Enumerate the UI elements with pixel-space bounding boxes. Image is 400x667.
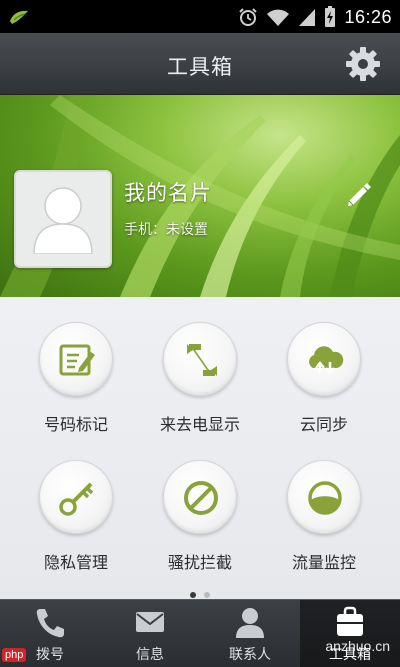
traffic-gauge-icon bbox=[308, 481, 342, 515]
tool-label: 隐私管理 bbox=[43, 553, 108, 572]
cloud-sync-icon bbox=[309, 346, 344, 376]
contact-icon bbox=[236, 608, 264, 638]
tool-label: 骚扰拦截 bbox=[167, 553, 232, 572]
tool-icon-circle bbox=[39, 460, 113, 534]
bottom-tab-bar: 拨号 信息 联系人 工具箱 bbox=[0, 599, 400, 667]
tool-label: 云同步 bbox=[299, 415, 348, 434]
tool-icon-circle bbox=[39, 322, 113, 396]
tool-icon-circle bbox=[287, 460, 361, 534]
edit-card-button[interactable] bbox=[344, 179, 374, 209]
tool-privacy[interactable]: 隐私管理 bbox=[14, 435, 138, 572]
status-time: 16:26 bbox=[344, 6, 392, 27]
page-indicator bbox=[0, 583, 400, 598]
tab-label: 联系人 bbox=[229, 647, 271, 663]
tool-number-mark[interactable]: 号码标记 bbox=[14, 297, 138, 434]
tools-grid: 号码标记 来去电显示 云同步 隐私管理 骚扰拦截 流量监控 bbox=[0, 297, 400, 599]
tab-contacts[interactable]: 联系人 bbox=[200, 600, 300, 667]
default-avatar-icon bbox=[33, 187, 93, 254]
signal-icon bbox=[299, 9, 316, 26]
app-notification-icon bbox=[10, 10, 28, 24]
watermark-badge: php bbox=[2, 648, 27, 662]
card-title: 我的名片 bbox=[124, 181, 212, 205]
tool-icon-circle bbox=[287, 322, 361, 396]
gear-icon bbox=[346, 47, 380, 81]
key-icon bbox=[59, 482, 94, 516]
tool-icon-circle bbox=[163, 460, 237, 534]
tool-call-display[interactable]: 来去电显示 bbox=[138, 297, 262, 434]
edit-note-icon bbox=[59, 344, 95, 376]
page-title: 工具箱 bbox=[167, 55, 233, 79]
tool-icon-circle bbox=[163, 322, 237, 396]
title-bar: 工具箱 bbox=[0, 33, 400, 95]
status-bar: 16:26 bbox=[0, 0, 400, 33]
tool-traffic-monitor[interactable]: 流量监控 bbox=[262, 435, 386, 572]
tool-label: 来去电显示 bbox=[159, 415, 240, 434]
toolbox-icon bbox=[337, 606, 363, 636]
page-dot bbox=[204, 592, 210, 598]
watermark-site: anzhuo.cn bbox=[325, 638, 390, 654]
tool-cloud-sync[interactable]: 云同步 bbox=[262, 297, 386, 434]
avatar[interactable] bbox=[14, 170, 112, 268]
pencil-icon bbox=[348, 183, 371, 206]
envelope-icon bbox=[136, 612, 164, 632]
wifi-icon bbox=[267, 9, 290, 26]
tab-toolbox[interactable]: 工具箱 bbox=[300, 600, 400, 667]
tab-messages[interactable]: 信息 bbox=[100, 600, 200, 667]
card-phone-text: 手机：未设置 bbox=[124, 222, 208, 238]
profile-card[interactable]: 我的名片 手机：未设置 bbox=[0, 95, 400, 297]
block-icon bbox=[184, 481, 218, 515]
tool-label: 流量监控 bbox=[291, 553, 356, 572]
battery-icon bbox=[325, 6, 336, 27]
settings-button[interactable] bbox=[344, 45, 382, 83]
tab-label: 信息 bbox=[136, 647, 164, 663]
tool-label: 号码标记 bbox=[43, 415, 108, 434]
page-dot-active bbox=[190, 592, 196, 598]
phone-icon bbox=[36, 609, 64, 638]
call-display-icon bbox=[187, 344, 217, 376]
alarm-icon bbox=[239, 8, 258, 26]
tool-harass-block[interactable]: 骚扰拦截 bbox=[138, 435, 262, 572]
